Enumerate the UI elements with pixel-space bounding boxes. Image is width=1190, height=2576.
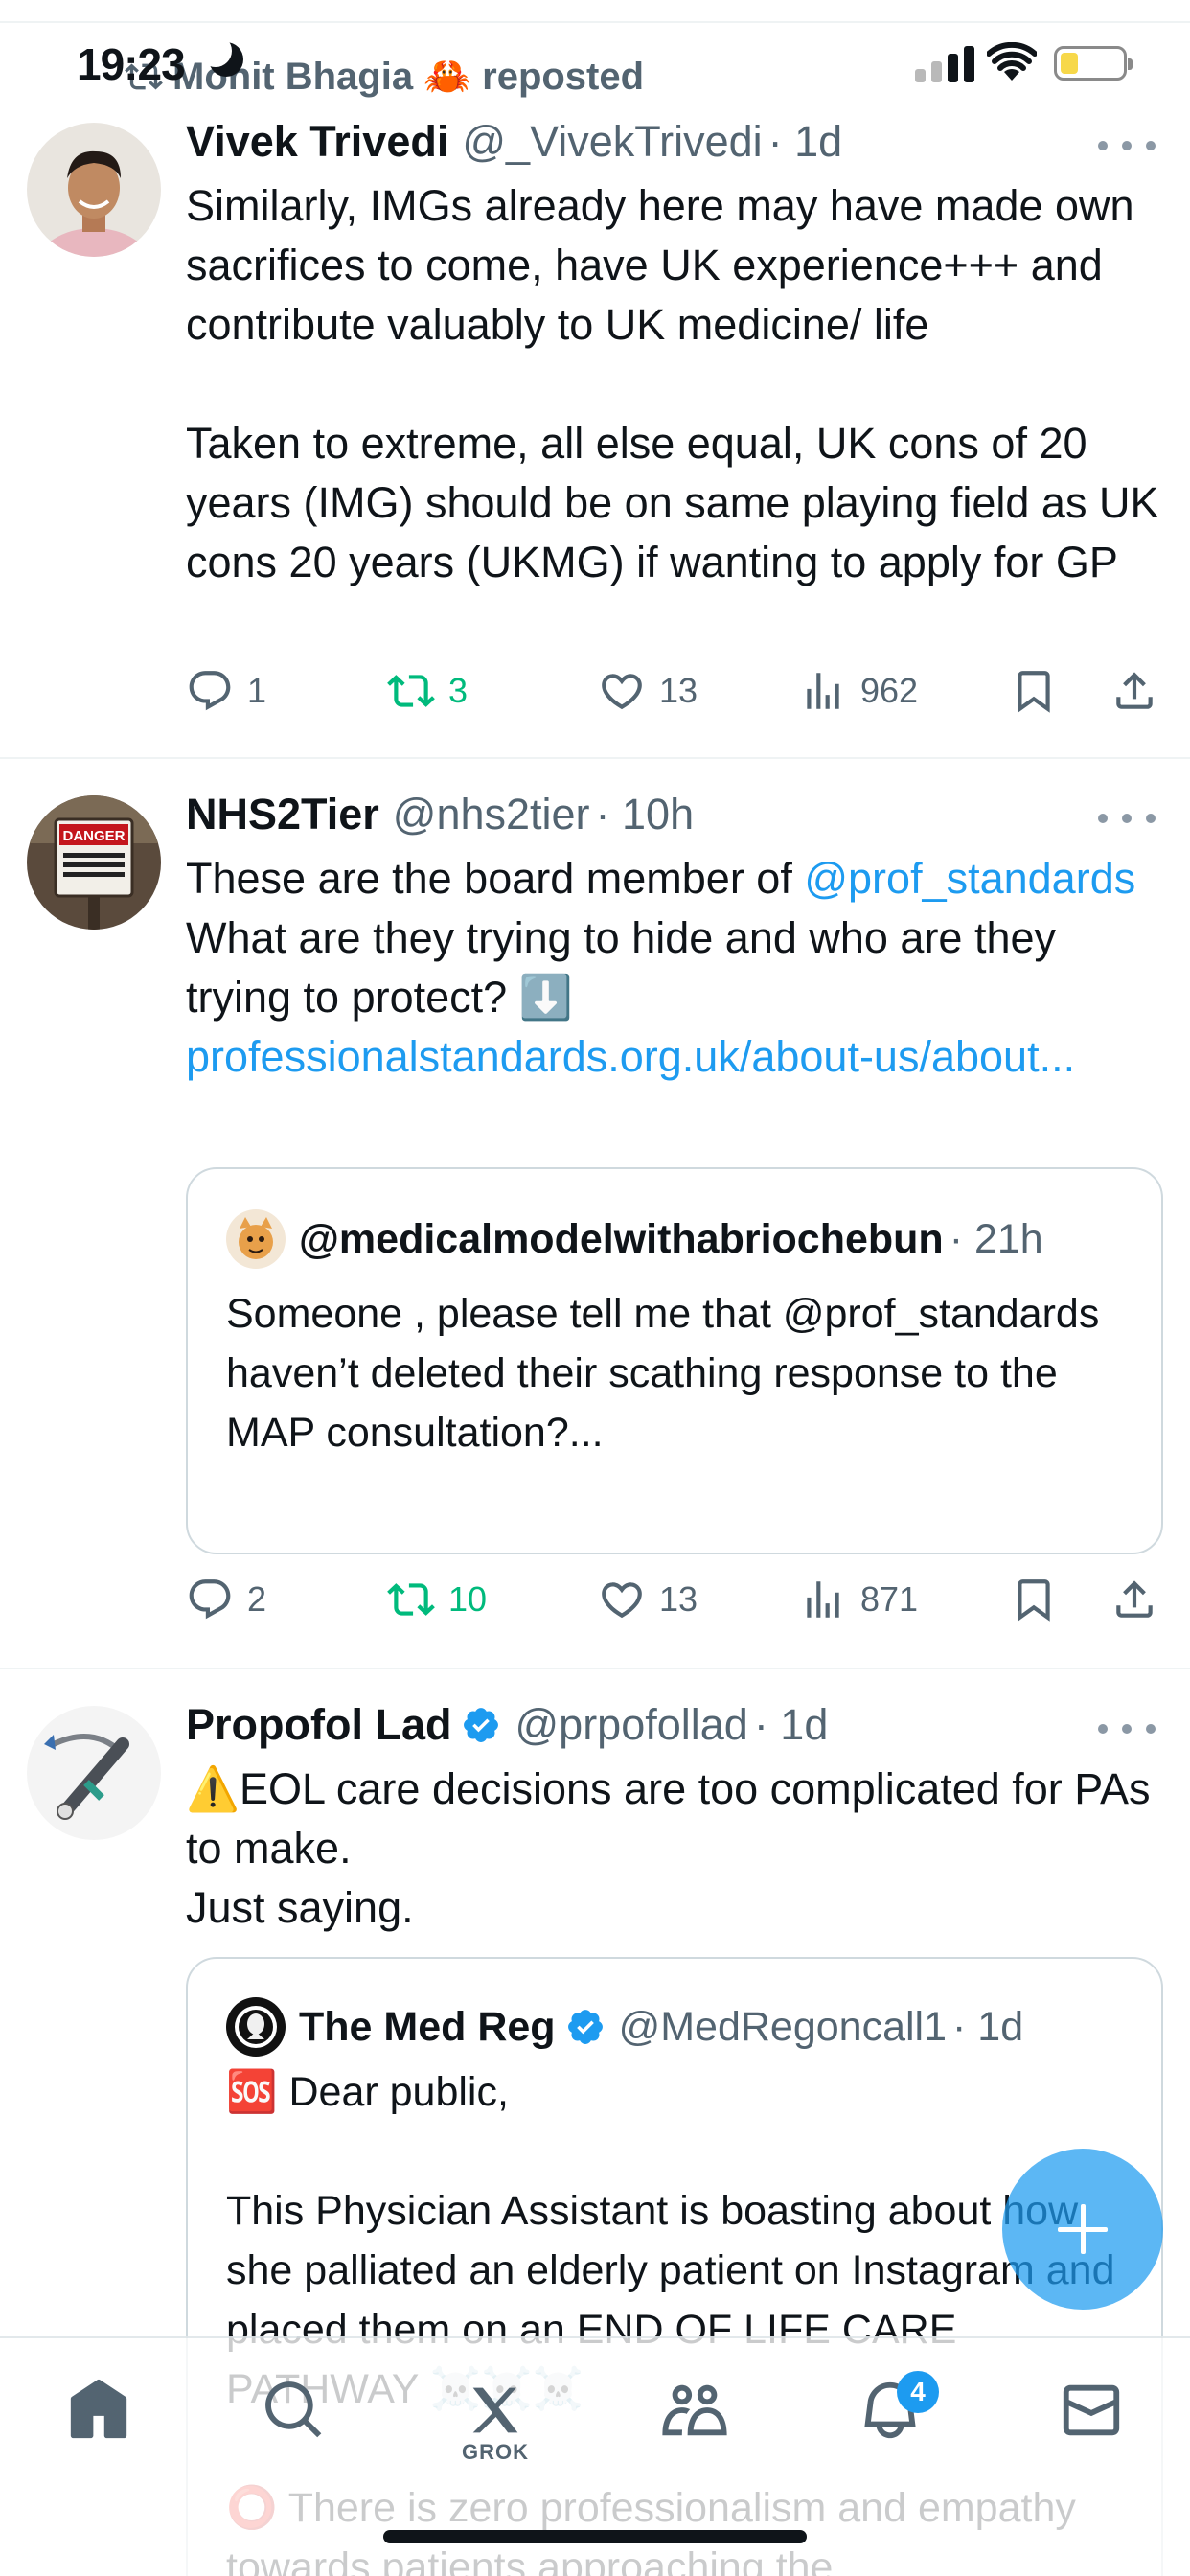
- grok-icon: [472, 2387, 518, 2433]
- quoted-text: Someone , please tell me that @prof_stan…: [226, 1291, 1111, 1456]
- tab-communities[interactable]: [652, 2377, 738, 2482]
- quoted-name[interactable]: The Med Reg: [299, 2004, 556, 2051]
- repost-button[interactable]: 10: [387, 1576, 487, 1623]
- post-text-part: These are the board member of: [186, 854, 805, 903]
- tab-grok[interactable]: GROK: [452, 2377, 538, 2482]
- home-icon: [70, 2379, 127, 2439]
- post-header: NHS2Tier @nhs2tier · 10h: [186, 790, 694, 840]
- quoted-time: · 1d: [952, 2003, 1024, 2050]
- repost-count: 10: [448, 1579, 488, 1619]
- like-count: 13: [659, 671, 698, 710]
- reply-count: 1: [247, 671, 267, 710]
- share-button[interactable]: [1110, 1576, 1158, 1623]
- repost-count: 3: [448, 671, 469, 710]
- bookmark-icon: [1018, 1579, 1050, 1622]
- more-options-icon[interactable]: [1098, 1719, 1156, 1738]
- tab-search[interactable]: [251, 2377, 337, 2482]
- tab-notifications[interactable]: 4: [847, 2371, 939, 2482]
- post-text: ⚠️EOL care decisions are too complicated…: [186, 1764, 1151, 1932]
- post-text: Similarly, IMGs already here may have ma…: [186, 181, 1159, 586]
- reply-icon: [189, 1579, 231, 1620]
- share-button[interactable]: [1110, 667, 1158, 715]
- views-icon: [807, 1581, 839, 1618]
- home-indicator: [383, 2530, 807, 2543]
- status-bar: 19:23: [0, 0, 1190, 125]
- quoted-post[interactable]: @medicalmodelwithabriochebun · 21h Someo…: [186, 1167, 1163, 1554]
- avatar[interactable]: [27, 1706, 161, 1840]
- quoted-handle[interactable]: @medicalmodelwithabriochebun: [299, 1216, 944, 1263]
- mention-link[interactable]: @prof_standards: [804, 854, 1135, 903]
- quoted-avatar: [226, 1997, 286, 2057]
- cellular-signal-icon: [915, 46, 974, 82]
- svg-text:DANGER: DANGER: [62, 828, 125, 844]
- author-name[interactable]: NHS2Tier: [186, 790, 379, 840]
- post-header: Propofol Lad @prpofollad · 1d: [186, 1700, 828, 1750]
- notifications-badge: 4: [897, 2371, 939, 2413]
- wifi-icon: [987, 42, 1037, 80]
- reply-button[interactable]: 2: [186, 1576, 266, 1623]
- author-handle[interactable]: @nhs2tier: [393, 790, 590, 840]
- more-options-icon[interactable]: [1098, 809, 1156, 828]
- like-button[interactable]: 13: [598, 1576, 698, 1623]
- reply-button[interactable]: 1: [186, 667, 266, 715]
- compose-button[interactable]: [1002, 2149, 1163, 2310]
- reply-count: 2: [247, 1579, 267, 1619]
- repost-icon: [387, 675, 435, 707]
- post-text: These are the board member of @prof_stan…: [186, 849, 1163, 1087]
- post-time: · 10h: [595, 790, 695, 839]
- bookmark-button[interactable]: [1010, 1576, 1058, 1623]
- views-count: 871: [860, 1579, 919, 1619]
- author-name[interactable]: Propofol Lad: [186, 1700, 451, 1750]
- post-nhs2tier[interactable]: DANGER NHS2Tier @nhs2tier · 10h These ar…: [0, 759, 1190, 1668]
- external-link[interactable]: professionalstandards.org.uk/about-us/ab…: [186, 1032, 1075, 1081]
- views-count: 962: [860, 671, 919, 710]
- messages-icon: [1063, 2384, 1120, 2436]
- like-icon: [602, 1582, 642, 1619]
- repost-icon: [387, 1583, 435, 1616]
- author-handle[interactable]: @prpofollad: [515, 1700, 747, 1750]
- quoted-time: · 21h: [949, 1215, 1043, 1262]
- post-time: · 1d: [753, 1700, 829, 1749]
- search-icon: [265, 2381, 322, 2438]
- quoted-post-header: The Med Reg @MedRegoncall1 · 1d: [226, 1997, 1023, 2057]
- share-icon: [1116, 1580, 1153, 1618]
- quoted-post-header: @medicalmodelwithabriochebun · 21h: [226, 1209, 1043, 1269]
- like-count: 13: [659, 1579, 698, 1619]
- post-actions: 2 10 13 871: [186, 1576, 1173, 1633]
- views-button[interactable]: 962: [799, 667, 918, 715]
- like-button[interactable]: 13: [598, 667, 698, 715]
- quoted-handle[interactable]: @MedRegoncall1: [619, 2004, 947, 2051]
- bookmark-button[interactable]: [1010, 667, 1058, 715]
- share-icon: [1116, 672, 1153, 709]
- verified-badge-icon: [567, 2010, 603, 2044]
- verified-badge-icon: [464, 1708, 499, 1742]
- battery-icon: [1054, 46, 1133, 80]
- do-not-disturb-icon: [199, 34, 243, 77]
- bookmark-icon: [1018, 671, 1050, 713]
- views-button[interactable]: 871: [799, 1576, 918, 1623]
- post-actions: 1 3 13 962: [186, 667, 1173, 724]
- quoted-avatar: [226, 1209, 286, 1269]
- views-icon: [807, 673, 839, 709]
- status-time: 19:23: [77, 39, 186, 89]
- tab-messages[interactable]: [1048, 2377, 1134, 2482]
- like-icon: [602, 674, 642, 710]
- grok-label: GROK: [462, 2440, 529, 2464]
- communities-icon: [662, 2384, 727, 2436]
- avatar[interactable]: [27, 123, 161, 257]
- more-options-icon[interactable]: [1098, 136, 1156, 155]
- reply-icon: [189, 671, 231, 711]
- repost-button[interactable]: 3: [387, 667, 468, 715]
- avatar[interactable]: DANGER: [27, 795, 161, 930]
- tab-home[interactable]: [56, 2377, 142, 2482]
